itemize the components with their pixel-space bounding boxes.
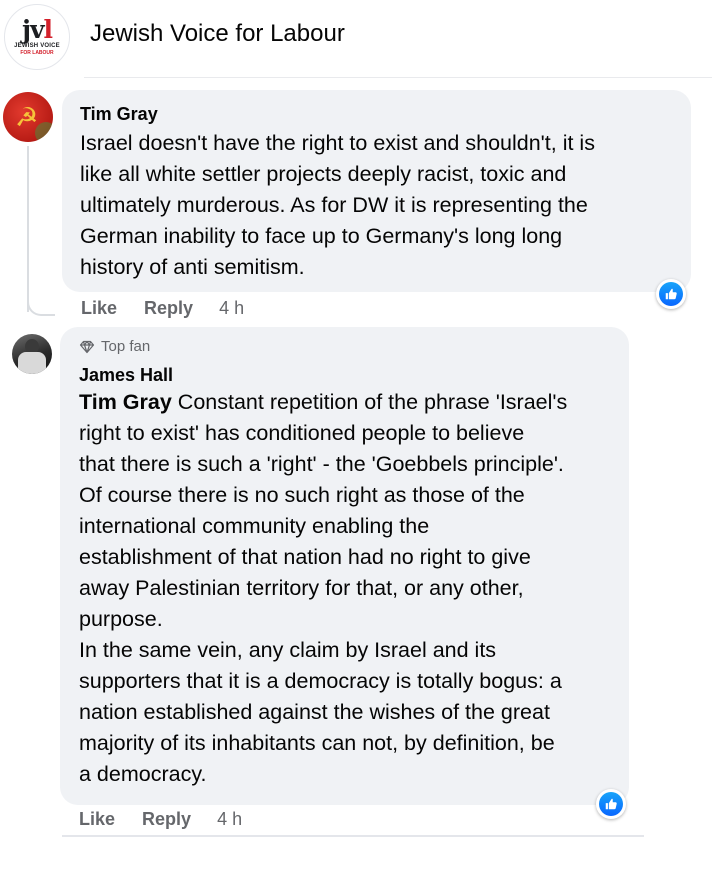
- comment-bubble: Top fan James Hall Tim Gray Constant rep…: [60, 327, 629, 805]
- reply-button[interactable]: Reply: [142, 807, 191, 831]
- comment-actions: Like Reply 4 h: [79, 807, 242, 831]
- badge-label: Top fan: [101, 338, 151, 355]
- mention-link[interactable]: Tim Gray: [79, 390, 172, 414]
- timestamp[interactable]: 4 h: [219, 296, 244, 320]
- timestamp[interactable]: 4 h: [217, 807, 242, 831]
- comment-actions: Like Reply 4 h: [81, 296, 244, 320]
- section-divider: [62, 835, 644, 837]
- thread-line: [27, 146, 29, 312]
- like-button[interactable]: Like: [81, 296, 117, 320]
- header-divider: [84, 77, 712, 78]
- like-reaction-badge[interactable]: [596, 789, 626, 819]
- like-button[interactable]: Like: [79, 807, 115, 831]
- like-thumb-icon: [605, 798, 617, 810]
- comment-text: Tim Gray Constant repetition of the phra…: [79, 387, 617, 790]
- comment-text: Israel doesn't have the right to exist a…: [80, 131, 595, 279]
- like-thumb-icon: [665, 288, 677, 300]
- comment-bubble: Tim Gray Israel doesn't have the right t…: [62, 90, 691, 292]
- comment-body: Constant repetition of the phrase 'Israe…: [79, 390, 568, 786]
- avatar[interactable]: [12, 334, 52, 374]
- page-title[interactable]: Jewish Voice for Labour: [90, 18, 345, 50]
- logo-line-2: FOR LABOUR: [20, 49, 54, 56]
- top-fan-badge[interactable]: Top fan: [79, 337, 617, 357]
- avatar[interactable]: ☭: [3, 92, 53, 142]
- hammer-sickle-icon: ☭: [15, 102, 39, 132]
- like-reaction-badge[interactable]: [656, 279, 686, 309]
- reply-button[interactable]: Reply: [144, 296, 193, 320]
- logo-line-1: JEWISH VOICE: [14, 42, 60, 49]
- page-logo[interactable]: jvl JEWISH VOICE FOR LABOUR: [4, 4, 70, 70]
- logo-mark: jvl: [21, 14, 53, 44]
- thread-connector: [27, 290, 55, 316]
- diamond-icon: [79, 340, 95, 354]
- comment-author[interactable]: Tim Gray: [80, 102, 679, 126]
- comment-author[interactable]: James Hall: [79, 363, 617, 387]
